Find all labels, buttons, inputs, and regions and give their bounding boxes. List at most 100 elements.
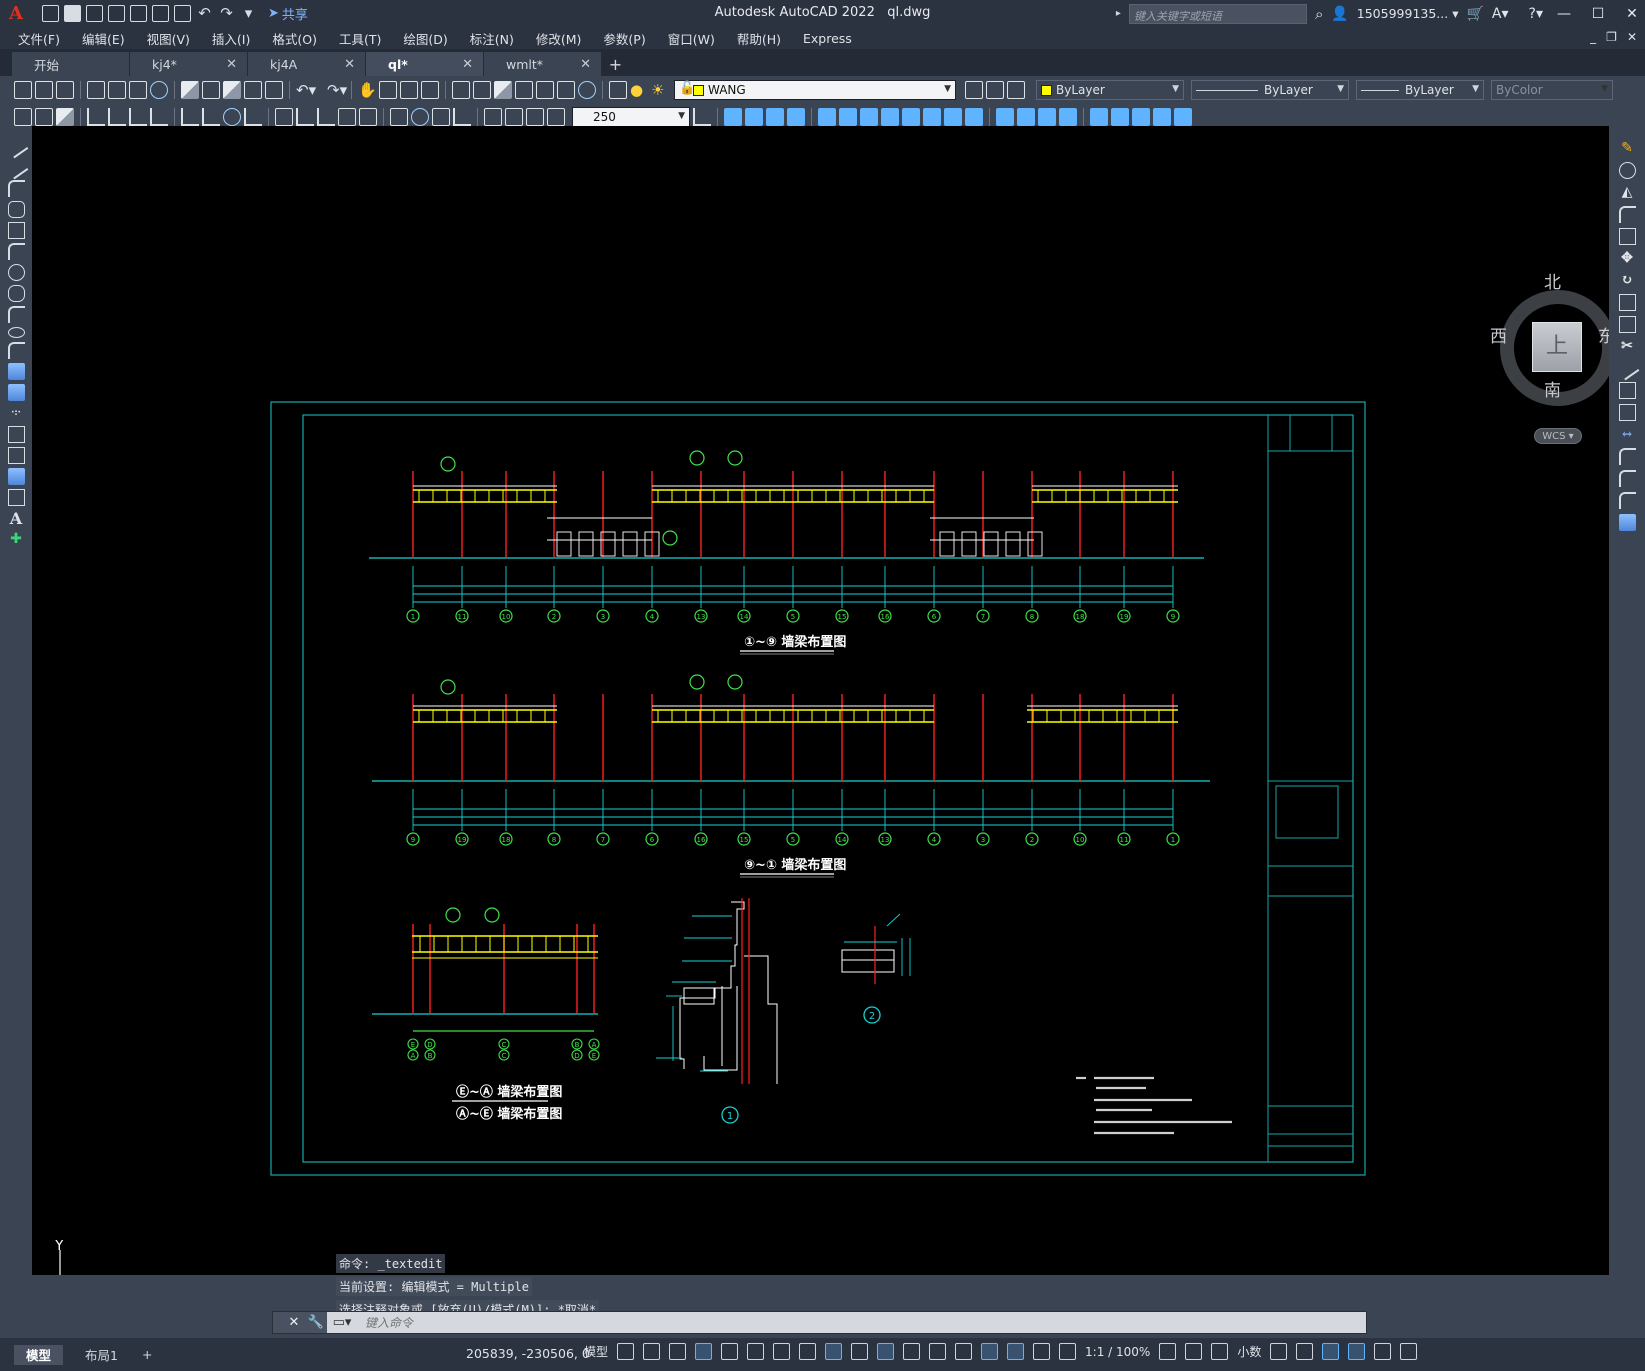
menu-dimension[interactable]: 标注(N) [470, 29, 514, 48]
customize-dropdown-icon[interactable]: ▾ [240, 5, 257, 22]
slice-icon[interactable] [1153, 108, 1171, 126]
3d-dwf-icon[interactable] [150, 81, 168, 99]
menu-parametric[interactable]: 参数(P) [603, 29, 645, 48]
layer-dropdown[interactable]: 🔓 WANG ▼ [674, 80, 956, 100]
redo-icon[interactable]: ↷▾ [327, 81, 347, 99]
graphics-performance-icon[interactable] [1348, 1343, 1366, 1360]
viewcube[interactable]: 上 北 南 东 西 WCS ▾ [1490, 273, 1609, 446]
menu-file[interactable]: 文件(F) [18, 29, 60, 48]
viewcube-east[interactable]: 东 [1598, 322, 1609, 347]
menu-express[interactable]: Express [803, 31, 852, 46]
help-icon[interactable] [578, 81, 596, 99]
transparency-icon[interactable] [877, 1343, 895, 1360]
scale-icon[interactable] [1618, 294, 1636, 311]
menu-window[interactable]: 窗口(W) [668, 29, 715, 48]
wcs-menu-button[interactable]: WCS ▾ [1534, 428, 1582, 444]
angular-dimension-icon[interactable] [244, 108, 262, 126]
menu-edit[interactable]: 编辑(E) [82, 29, 125, 48]
taper-faces-icon[interactable] [923, 108, 941, 126]
diameter-dimension-icon[interactable] [223, 108, 241, 126]
spline-icon[interactable] [7, 306, 25, 323]
continue-dimension-icon[interactable] [317, 108, 335, 126]
plot-preview-icon[interactable] [108, 81, 126, 99]
markup-icon[interactable] [536, 81, 554, 99]
undo-icon[interactable]: ↶ [196, 5, 213, 22]
rotate-icon[interactable]: ↻ [1619, 272, 1636, 289]
linear-dimension-icon[interactable] [87, 108, 105, 126]
dimension-break-icon[interactable] [359, 108, 377, 126]
plot-icon[interactable] [174, 5, 191, 22]
layer-on-icon[interactable]: ● [630, 81, 648, 99]
blend-curves-icon[interactable] [1618, 492, 1636, 509]
layer-freeze-icon[interactable]: ☀ [651, 81, 669, 99]
move-icon[interactable]: ✥ [1619, 250, 1636, 267]
separate-icon[interactable] [1038, 108, 1056, 126]
move-faces-icon[interactable] [839, 108, 857, 126]
cut-icon[interactable] [181, 81, 199, 99]
tab-start[interactable]: 开始 [12, 52, 130, 76]
insert-block-icon[interactable] [14, 108, 32, 126]
cursor-coordinates[interactable]: 205839, -230506, 0 [466, 1346, 590, 1361]
hatch-icon[interactable] [7, 426, 25, 443]
zoom-realtime-icon[interactable] [379, 81, 397, 99]
make-block-icon[interactable] [7, 384, 25, 401]
menu-modify[interactable]: 修改(M) [536, 29, 582, 48]
imprint-icon[interactable] [996, 108, 1014, 126]
tab-kj4a[interactable]: kj4A ✕ [248, 52, 366, 76]
share-button[interactable]: ➤ 共享 [268, 4, 308, 23]
multiline-text-icon[interactable]: A [8, 510, 25, 527]
stretch-icon[interactable] [1618, 316, 1636, 333]
revision-cloud-icon[interactable] [7, 285, 25, 302]
menu-draw[interactable]: 绘图(D) [403, 29, 447, 48]
make-block-icon[interactable] [35, 108, 53, 126]
solid-intersect-icon[interactable] [787, 108, 805, 126]
jogged-dimension-icon[interactable] [202, 108, 220, 126]
object-snap-icon[interactable] [825, 1343, 843, 1360]
copy-icon[interactable] [202, 81, 220, 99]
command-customize-icon[interactable]: 🔧 [305, 1312, 327, 1333]
drawing-canvas[interactable]: 1 11 10 2 3 4 13 14 5 15 16 6 7 8 18 19 9 9 19 18 8 7 6 16 15 5 1… [32, 126, 1609, 1275]
solid-union-icon[interactable] [745, 108, 763, 126]
viewcube-north[interactable]: 北 [1544, 268, 1561, 293]
open-file-icon[interactable] [64, 5, 81, 22]
search-icon[interactable]: ⌕ [1315, 5, 1323, 23]
quick-properties-icon[interactable] [1270, 1343, 1288, 1360]
add-selected-icon[interactable]: ✚ [8, 531, 25, 548]
help-icon[interactable]: ?▾ [1529, 6, 1543, 22]
break-icon[interactable] [1618, 404, 1636, 421]
autodesk-a360-icon[interactable]: A▾ [1492, 6, 1509, 22]
ellipse-icon[interactable] [7, 327, 25, 338]
polygon-icon[interactable] [7, 201, 25, 218]
command-input[interactable] [357, 1312, 1366, 1333]
workspace-switching-icon[interactable] [1159, 1343, 1177, 1360]
gradient-icon[interactable] [7, 447, 25, 464]
extract-edges-icon[interactable] [1111, 108, 1129, 126]
grid-icon[interactable] [617, 1343, 635, 1360]
save-icon[interactable] [86, 5, 103, 22]
recent-commands-icon[interactable]: ▭▾ [327, 1315, 357, 1330]
isolate-objects-icon[interactable] [1322, 1343, 1340, 1360]
hatch-icon[interactable] [56, 108, 74, 126]
menu-insert[interactable]: 插入(I) [212, 29, 250, 48]
check-icon[interactable] [1090, 108, 1108, 126]
annotation-visibility-icon[interactable] [1007, 1343, 1025, 1360]
zoom-window-icon[interactable] [400, 81, 418, 99]
publish-icon[interactable] [129, 81, 147, 99]
linetype-dropdown[interactable]: ByLayer ▼ [1191, 80, 1349, 100]
menu-help[interactable]: 帮助(H) [737, 29, 781, 48]
solid-subtract-icon[interactable] [766, 108, 784, 126]
delete-faces-icon[interactable] [881, 108, 899, 126]
polyline-icon[interactable] [7, 180, 25, 197]
radius-dimension-icon[interactable] [181, 108, 199, 126]
user-account-menu[interactable]: 1505999135... ▾ [1357, 6, 1459, 21]
annotation-monitor-icon[interactable] [1185, 1343, 1203, 1360]
close-icon[interactable]: ✕ [1619, 6, 1645, 22]
menu-view[interactable]: 视图(V) [147, 29, 190, 48]
auto-scale-icon[interactable] [1033, 1343, 1051, 1360]
aligned-dimension-icon[interactable] [108, 108, 126, 126]
join-icon[interactable]: ↔ [1619, 426, 1636, 443]
section-plane-icon[interactable] [1132, 108, 1150, 126]
tab-ql[interactable]: ql* ✕ [366, 52, 484, 76]
array-icon[interactable] [1618, 228, 1636, 245]
mirror-icon[interactable]: ◭ [1619, 184, 1636, 201]
